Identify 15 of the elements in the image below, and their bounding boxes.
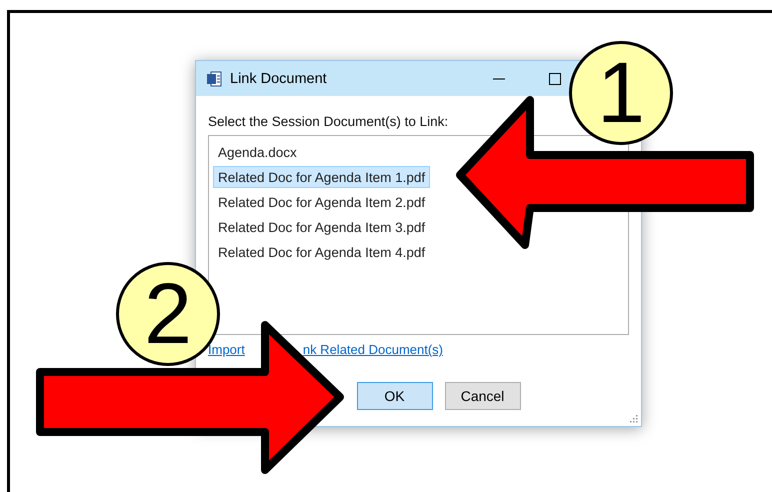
maximize-icon[interactable] [549,72,561,84]
prompt-label: Select the Session Document(s) to Link: [208,114,450,129]
import-link[interactable]: Import [208,342,245,357]
document-item[interactable]: Related Doc for Agenda Item 3.pdf [213,216,430,238]
document-icon [206,70,222,86]
step-number: 1 [569,41,673,145]
import-link[interactable]: nk Related Document(s) [302,342,444,357]
ok-button[interactable]: OK [356,382,432,410]
document-item[interactable]: Related Doc for Agenda Item 4.pdf [213,241,430,263]
document-item[interactable]: Related Doc for Agenda Item 2.pdf [213,191,430,213]
cancel-button[interactable]: Cancel [444,382,520,410]
resize-grip-icon [628,413,638,423]
document-item[interactable]: Agenda.docx [213,141,302,163]
document-item[interactable]: Related Doc for Agenda Item 1.pdf [213,166,430,188]
window-title: Link Document [230,70,328,86]
